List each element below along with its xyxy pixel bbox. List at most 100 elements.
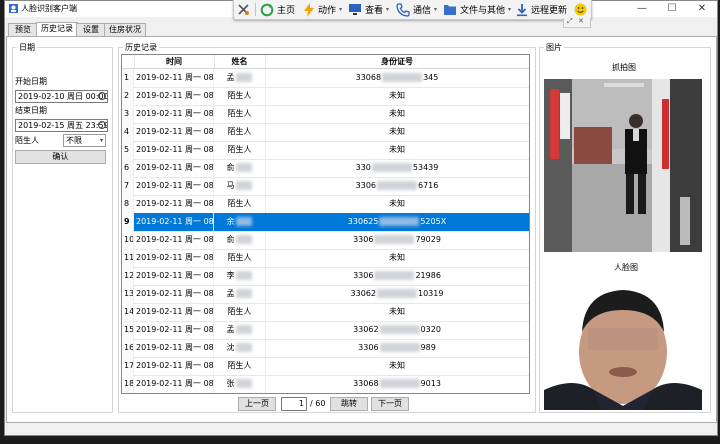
tab-history[interactable]: 历史记录 bbox=[36, 22, 78, 37]
name-cell: 陌生人 bbox=[214, 105, 266, 123]
table-row[interactable]: 22019-02-11 周一 08:12 陌生人 未知 bbox=[122, 87, 529, 106]
pictures-group-title: 图片 bbox=[544, 42, 564, 53]
chevron-down-icon: ▾ bbox=[339, 6, 343, 13]
minimize-button[interactable]: — bbox=[627, 1, 657, 17]
name-cell: 张 bbox=[214, 375, 266, 393]
tab-settings[interactable]: 设置 bbox=[76, 23, 106, 36]
expand-icon[interactable]: ⤢ bbox=[567, 17, 573, 26]
name-cell: 陌生人 bbox=[214, 303, 266, 321]
id-suffix: 未知 bbox=[389, 253, 405, 262]
name-text: 陌生人 bbox=[227, 361, 252, 370]
table-row[interactable]: 92019-02-11 周一 08:40 余 330625 5205X bbox=[122, 213, 529, 232]
table-row[interactable]: 132019-02-11 周一 08:47 孟 33062 10319 bbox=[122, 285, 529, 304]
id-suffix: 53439 bbox=[412, 163, 439, 172]
page-number-input[interactable]: 1 bbox=[281, 397, 307, 411]
name-text: 孟 bbox=[226, 289, 235, 298]
start-date-value: 2019-02-10 周日 00:00 bbox=[18, 92, 108, 101]
prev-page-button[interactable]: 上一页 bbox=[238, 397, 276, 411]
end-date-picker[interactable]: 2019-02-15 周五 23:59 bbox=[15, 119, 108, 132]
stranger-select[interactable]: 不限 ▾ bbox=[63, 134, 106, 147]
header-name[interactable]: 姓名 bbox=[214, 55, 266, 68]
redaction-mask bbox=[235, 271, 252, 280]
toolbar-files-button[interactable]: 文件与其他 ▾ bbox=[443, 0, 511, 19]
row-index: 4 bbox=[122, 123, 134, 141]
table-row[interactable]: 152019-02-11 周一 08:48 孟 33062 0320 bbox=[122, 321, 529, 340]
id-prefix: 330625 bbox=[347, 217, 379, 226]
table-row[interactable]: 32019-02-11 周一 08:14 陌生人 未知 bbox=[122, 105, 529, 124]
tab-housing[interactable]: 住房状况 bbox=[104, 23, 146, 36]
name-cell: 陌生人 bbox=[214, 249, 266, 267]
time-cell: 2019-02-11 周一 08:58 bbox=[134, 357, 214, 375]
table-row[interactable]: 52019-02-11 周一 08:24 陌生人 未知 bbox=[122, 141, 529, 160]
clock-icon[interactable] bbox=[98, 121, 106, 129]
name-text: 孟 bbox=[226, 325, 235, 334]
name-cell: 余 bbox=[214, 213, 266, 231]
id-prefix: 3306 bbox=[353, 271, 374, 280]
toolbar-view-button[interactable]: 查看 ▾ bbox=[348, 0, 389, 19]
table-row[interactable]: 72019-02-11 周一 08:28 马 3306 6716 bbox=[122, 177, 529, 196]
id-number-cell: 未知 bbox=[265, 87, 529, 105]
redaction-mask bbox=[374, 271, 415, 280]
start-date-picker[interactable]: 2019-02-10 周日 00:00 bbox=[15, 90, 108, 103]
row-index: 5 bbox=[122, 141, 134, 159]
id-suffix: 21986 bbox=[415, 271, 441, 280]
table-row[interactable]: 82019-02-11 周一 08:32 陌生人 未知 bbox=[122, 195, 529, 214]
id-number-cell: 未知 bbox=[265, 141, 529, 159]
close-button[interactable]: ✕ bbox=[687, 1, 717, 17]
id-number-cell: 3306 6716 bbox=[265, 177, 529, 195]
time-cell: 2019-02-11 周一 08:40 bbox=[134, 213, 214, 231]
id-suffix: 未知 bbox=[389, 109, 405, 118]
id-number-cell: 33062 10319 bbox=[265, 285, 529, 303]
close-toolbar-icon[interactable]: ✕ bbox=[578, 17, 584, 25]
redaction-mask bbox=[235, 181, 252, 190]
toolbar-action-button[interactable]: 动作 ▾ bbox=[303, 0, 342, 19]
name-cell: 陌生人 bbox=[214, 195, 266, 213]
redaction-mask bbox=[371, 163, 412, 172]
toolbar-home-button[interactable]: 主页 bbox=[260, 0, 295, 19]
id-prefix: 3306 bbox=[358, 343, 379, 352]
table-row[interactable]: 182019-02-11 周一 08:58 张 33068 9013 bbox=[122, 375, 529, 393]
toolbar-comm-button[interactable]: 通信 ▾ bbox=[396, 0, 437, 19]
toolbar-update-button[interactable]: 远程更新 bbox=[516, 0, 567, 19]
header-id-number[interactable]: 身份证号 bbox=[265, 55, 529, 68]
app-icon bbox=[9, 4, 18, 13]
id-number-cell: 未知 bbox=[265, 357, 529, 375]
capture-image bbox=[544, 79, 702, 252]
pager: 上一页 1 / 60 跳转 下一页 bbox=[119, 396, 535, 411]
name-text: 余 bbox=[226, 217, 235, 226]
time-cell: 2019-02-11 周一 08:28 bbox=[134, 177, 214, 195]
redaction-mask bbox=[374, 235, 415, 244]
confirm-button[interactable]: 确认 bbox=[15, 150, 106, 164]
table-row[interactable]: 122019-02-11 周一 08:46 李 3306 21986 bbox=[122, 267, 529, 286]
app-window: 人脸识别客户端 — ☐ ✕ 预览 历史记录 设置 住房状况 日期 开始日期 20… bbox=[4, 0, 718, 436]
id-number-cell: 未知 bbox=[265, 249, 529, 267]
table-row[interactable]: 172019-02-11 周一 08:58 陌生人 未知 bbox=[122, 357, 529, 376]
tool-cross-icon bbox=[238, 4, 249, 15]
name-cell: 陌生人 bbox=[214, 357, 266, 375]
row-index: 10 bbox=[122, 231, 134, 249]
name-text: 陌生人 bbox=[227, 91, 252, 100]
table-row[interactable]: 102019-02-11 周一 08:45 俞 3306 79029 bbox=[122, 231, 529, 250]
table-row[interactable]: 112019-02-11 周一 08:45 陌生人 未知 bbox=[122, 249, 529, 268]
table-row[interactable]: 142019-02-11 周一 08:47 陌生人 未知 bbox=[122, 303, 529, 322]
header-time[interactable]: 时间 bbox=[134, 55, 215, 68]
table-row[interactable]: 62019-02-11 周一 08:24 俞 330 53439 bbox=[122, 159, 529, 178]
redaction-mask bbox=[235, 379, 252, 388]
next-page-button[interactable]: 下一页 bbox=[371, 397, 409, 411]
id-prefix: 3306 bbox=[353, 235, 374, 244]
id-number-cell: 未知 bbox=[265, 123, 529, 141]
id-prefix: 33068 bbox=[355, 73, 382, 82]
tab-preview[interactable]: 预览 bbox=[8, 23, 38, 36]
table-row[interactable]: 42019-02-11 周一 08:17 陌生人 未知 bbox=[122, 123, 529, 142]
name-cell: 孟 bbox=[214, 321, 266, 339]
table-row[interactable]: 162019-02-11 周一 08:53 沈 3306 989 bbox=[122, 339, 529, 358]
time-cell: 2019-02-11 周一 08:24 bbox=[134, 159, 214, 177]
row-index: 15 bbox=[122, 321, 134, 339]
id-prefix: 330 bbox=[355, 163, 371, 172]
table-row[interactable]: 12019-02-11 周一 08:12 孟 33068 345 bbox=[122, 69, 529, 88]
jump-button[interactable]: 跳转 bbox=[330, 397, 368, 411]
maximize-button[interactable]: ☐ bbox=[657, 1, 687, 17]
toolbar-update-label: 远程更新 bbox=[531, 6, 568, 16]
toolbar-tool-button[interactable] bbox=[237, 0, 253, 19]
clock-icon[interactable] bbox=[98, 92, 106, 100]
